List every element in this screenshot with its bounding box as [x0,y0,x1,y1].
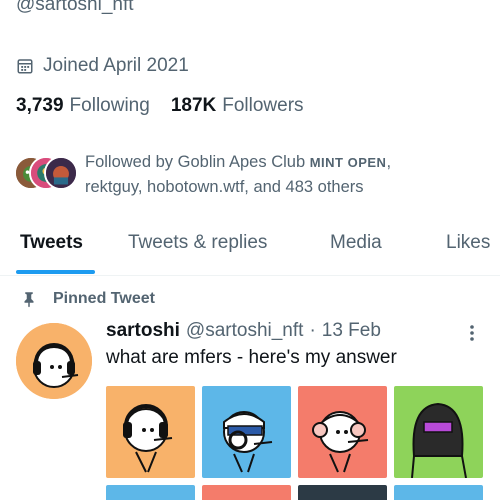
tweet-author-avatar[interactable] [16,323,92,399]
active-tab-indicator [16,270,95,274]
profile-handle: @sartoshi_nft [16,0,134,15]
media-image[interactable] [298,386,387,478]
pinned-label: Pinned Tweet [53,290,155,307]
tab-tweets[interactable]: Tweets [20,232,83,254]
media-image[interactable] [298,485,387,500]
tweet-text: what are mfers - here's my answer [106,347,397,368]
calendar-icon [17,59,33,74]
tab-tweets-replies[interactable]: Tweets & replies [128,232,267,254]
tweet-author-name[interactable]: sartoshi [106,320,180,342]
media-image[interactable] [106,386,195,478]
followers-label: Followers [222,95,304,116]
media-image[interactable] [202,485,291,500]
following-count: 3,739 [16,95,64,116]
tab-likes[interactable]: Likes [446,232,490,254]
followers-link[interactable]: 187K Followers [171,95,304,117]
following-label: Following [69,95,150,116]
followed-by-line2: rektguy, hobotown.wtf, and 483 others [85,178,364,196]
follow-stats: 3,739 Following 187K Followers [16,95,325,117]
tweet-separator: · [309,320,316,341]
pin-icon [24,292,34,308]
media-image[interactable] [394,485,483,500]
following-link[interactable]: 3,739 Following [16,95,150,117]
followed-by-prefix: Followed by Goblin Apes Club [85,153,310,171]
more-icon[interactable] [462,323,482,343]
followed-by-text: Followed by Goblin Apes Club MINT OPEN, … [85,150,425,199]
media-image[interactable] [106,485,195,500]
follower-avatar [44,156,78,190]
followed-by-comma: , [386,153,392,171]
joined-label: Joined April 2021 [43,55,189,76]
tweet-media-grid [106,386,490,500]
tweet-header: sartoshi @sartoshi_nft · 13 Feb [106,320,381,342]
joined-date: Joined April 2021 [16,52,189,80]
followers-count: 187K [170,95,217,116]
media-image[interactable] [394,386,483,478]
follower-avatars [14,156,80,194]
tweet-author-handle[interactable]: @sartoshi_nft [186,320,304,342]
followed-by-smallcaps: MINT OPEN [309,155,387,170]
tweet-date[interactable]: 13 Feb [322,320,381,342]
pinned-indicator: Pinned Tweet [20,290,155,308]
followed-by[interactable]: Followed by Goblin Apes Club MINT OPEN, … [14,150,425,199]
profile-tabs: Tweets Tweets & replies Media Likes [0,218,500,276]
media-image[interactable] [202,386,291,478]
tab-media[interactable]: Media [330,232,382,254]
